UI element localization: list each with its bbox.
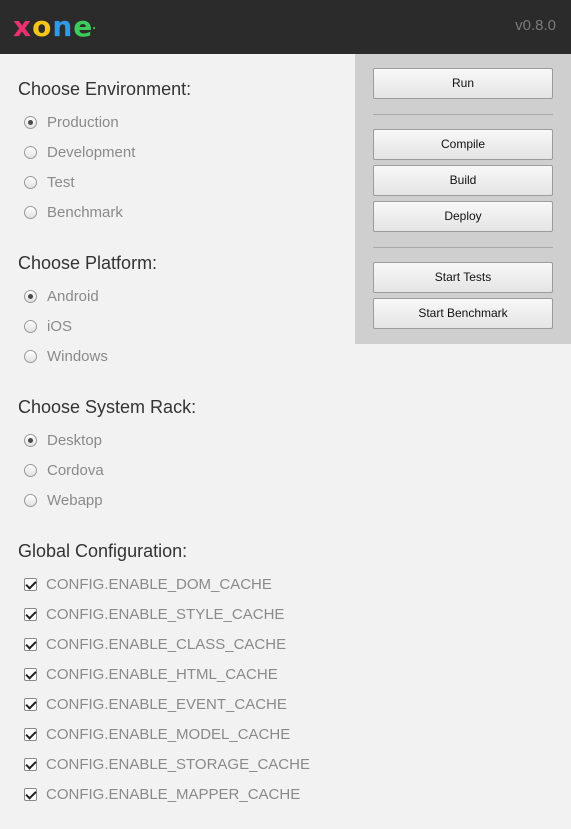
checkbox[interactable] xyxy=(24,667,37,681)
version-label: v0.8.0 xyxy=(515,17,556,34)
platform-option-android[interactable]: Android xyxy=(24,287,99,305)
radio-button[interactable] xyxy=(24,175,37,189)
config-label: CONFIG.ENABLE_CLASS_CACHE xyxy=(46,635,287,653)
rack-option-cordova[interactable]: Cordova xyxy=(24,461,104,479)
checkbox[interactable] xyxy=(24,727,37,741)
option-label: Android xyxy=(47,287,99,305)
actions-panel: Run Compile Build Deploy Start Tests Sta… xyxy=(355,54,571,344)
radio-button[interactable] xyxy=(24,319,37,333)
config-label: CONFIG.ENABLE_EVENT_CACHE xyxy=(46,695,287,713)
config-label: CONFIG.ENABLE_DOM_CACHE xyxy=(46,575,272,593)
rack-option-webapp[interactable]: Webapp xyxy=(24,491,103,509)
app-header: xone. v0.8.0 xyxy=(0,0,571,54)
config-option-class-cache[interactable]: CONFIG.ENABLE_CLASS_CACHE xyxy=(24,635,286,653)
build-button[interactable]: Build xyxy=(373,165,553,196)
divider xyxy=(373,114,553,115)
radio-button[interactable] xyxy=(24,115,37,129)
config-option-style-cache[interactable]: CONFIG.ENABLE_STYLE_CACHE xyxy=(24,605,284,623)
config-label: CONFIG.ENABLE_STORAGE_CACHE xyxy=(46,755,310,773)
option-label: Production xyxy=(47,113,119,131)
logo-dot: . xyxy=(92,21,98,32)
config-option-event-cache[interactable]: CONFIG.ENABLE_EVENT_CACHE xyxy=(24,695,287,713)
config-option-storage-cache[interactable]: CONFIG.ENABLE_STORAGE_CACHE xyxy=(24,755,310,773)
option-label: iOS xyxy=(47,317,73,335)
start-tests-button[interactable]: Start Tests xyxy=(373,262,553,293)
config-option-dom-cache[interactable]: CONFIG.ENABLE_DOM_CACHE xyxy=(24,575,272,593)
platform-option-windows[interactable]: Windows xyxy=(24,347,108,365)
radio-button[interactable] xyxy=(24,349,37,363)
config-label: CONFIG.ENABLE_MODEL_CACHE xyxy=(46,725,291,743)
radio-button[interactable] xyxy=(24,493,37,507)
divider xyxy=(373,247,553,248)
checkbox[interactable] xyxy=(24,637,37,651)
platform-option-ios[interactable]: iOS xyxy=(24,317,72,335)
env-option-development[interactable]: Development xyxy=(24,143,135,161)
config-label: CONFIG.ENABLE_STYLE_CACHE xyxy=(46,605,285,623)
rack-option-desktop[interactable]: Desktop xyxy=(24,431,102,449)
option-label: Cordova xyxy=(47,461,104,479)
radio-button[interactable] xyxy=(24,145,37,159)
logo-letter-e: e xyxy=(73,10,94,43)
config-option-html-cache[interactable]: CONFIG.ENABLE_HTML_CACHE xyxy=(24,665,278,683)
option-label: Test xyxy=(47,173,75,191)
option-label: Windows xyxy=(47,347,108,365)
config-label: CONFIG.ENABLE_MAPPER_CACHE xyxy=(46,785,301,803)
platform-title: Choose Platform: xyxy=(18,253,158,273)
env-option-test[interactable]: Test xyxy=(24,173,75,191)
checkbox[interactable] xyxy=(24,577,37,591)
rack-title: Choose System Rack: xyxy=(18,397,197,417)
compile-button[interactable]: Compile xyxy=(373,129,553,160)
option-label: Benchmark xyxy=(47,203,123,221)
config-option-model-cache[interactable]: CONFIG.ENABLE_MODEL_CACHE xyxy=(24,725,290,743)
logo-letter-o: o xyxy=(32,10,53,43)
option-label: Development xyxy=(47,143,136,161)
config-title: Global Configuration: xyxy=(18,541,188,561)
config-label: CONFIG.ENABLE_HTML_CACHE xyxy=(46,665,278,683)
deploy-button[interactable]: Deploy xyxy=(373,201,553,232)
radio-button[interactable] xyxy=(24,205,37,219)
checkbox[interactable] xyxy=(24,697,37,711)
run-button[interactable]: Run xyxy=(373,68,553,99)
checkbox[interactable] xyxy=(24,757,37,771)
radio-button[interactable] xyxy=(24,463,37,477)
option-label: Desktop xyxy=(47,431,103,449)
option-label: Webapp xyxy=(47,491,103,509)
checkbox[interactable] xyxy=(24,607,37,621)
logo-letter-x: x xyxy=(13,10,33,43)
radio-button[interactable] xyxy=(24,289,37,303)
environment-title: Choose Environment: xyxy=(18,79,192,99)
logo-letter-n: n xyxy=(52,10,74,43)
config-option-mapper-cache[interactable]: CONFIG.ENABLE_MAPPER_CACHE xyxy=(24,785,300,803)
radio-button[interactable] xyxy=(24,433,37,447)
xone-logo: xone. xyxy=(13,9,97,45)
env-option-production[interactable]: Production xyxy=(24,113,119,131)
start-benchmark-button[interactable]: Start Benchmark xyxy=(373,298,553,329)
checkbox[interactable] xyxy=(24,787,37,801)
env-option-benchmark[interactable]: Benchmark xyxy=(24,203,123,221)
